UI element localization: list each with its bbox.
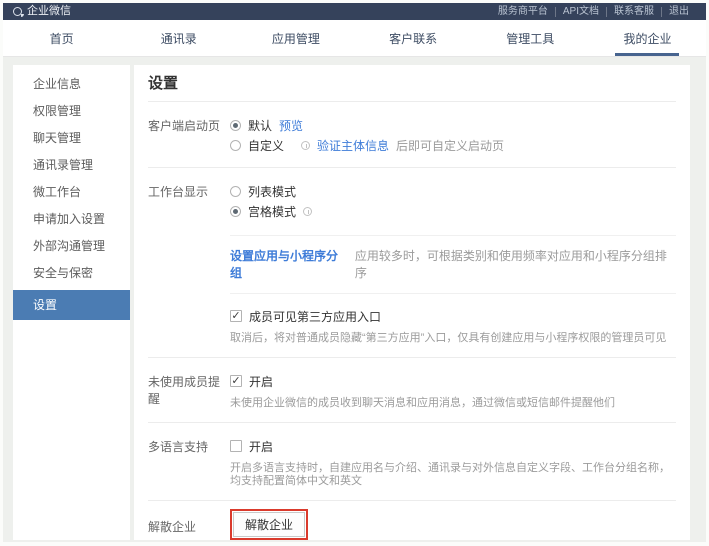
list-mode-label: 列表模式	[248, 183, 296, 200]
verify-identity-link[interactable]: 验证主体信息	[317, 137, 389, 154]
list-mode-radio[interactable]	[230, 186, 241, 197]
custom-radio[interactable]	[230, 140, 241, 151]
row-multilang-support: 多语言支持 开启 开启多语言支持时，自建应用名与介绍、通讯录与对外信息自定义字段…	[148, 423, 676, 501]
grid-mode-label: 宫格模式	[248, 203, 296, 220]
tab-contacts[interactable]: 通讯录	[120, 20, 237, 56]
app-logo-text: 企业微信	[27, 6, 71, 17]
multilang-checkbox[interactable]	[230, 440, 242, 452]
topbar-links: 服务商平台 API文档 联系客服 退出	[491, 7, 696, 17]
dissolve-button-highlight: 解散企业	[230, 509, 308, 540]
sidebar-item-settings[interactable]: 设置	[13, 290, 130, 320]
unused-reminder-checkbox[interactable]: ✓	[230, 375, 242, 387]
row-unused-member-reminder: 未使用成员提醒 ✓ 开启 未使用企业微信的成员收到聊天消息和应用消息，通过微信或…	[148, 358, 676, 423]
sidebar-item-company-info[interactable]: 企业信息	[13, 71, 130, 98]
tab-my-company[interactable]: 我的企业	[589, 20, 706, 56]
sidebar-item-contacts-management[interactable]: 通讯录管理	[13, 152, 130, 179]
main-nav: 首页 通讯录 应用管理 客户联系 管理工具 我的企业	[3, 20, 706, 57]
row-label: 工作台显示	[148, 181, 230, 345]
sidebar: 企业信息 权限管理 聊天管理 通讯录管理 微工作台 申请加入设置 外部沟通管理 …	[13, 65, 130, 540]
default-radio-label: 默认	[248, 117, 272, 134]
tab-admin-tools[interactable]: 管理工具	[472, 20, 589, 56]
unused-reminder-toggle-label: 开启	[249, 373, 273, 390]
sidebar-item-micro-workbench[interactable]: 微工作台	[13, 179, 130, 206]
tab-home[interactable]: 首页	[3, 20, 120, 56]
topbar-link-logout[interactable]: 退出	[661, 7, 696, 17]
third-party-visible-desc: 取消后，将对普通成员隐藏“第三方应用”入口，仅具有创建应用与小程序权限的管理员可…	[230, 332, 676, 345]
multilang-toggle-label: 开启	[249, 438, 273, 455]
tab-customer-contact[interactable]: 客户联系	[355, 20, 472, 56]
sidebar-item-external-communication[interactable]: 外部沟通管理	[13, 233, 130, 260]
app-grouping-link[interactable]: 设置应用与小程序分组	[230, 247, 349, 281]
custom-radio-label: 自定义	[248, 137, 284, 154]
preview-link[interactable]: 预览	[279, 117, 303, 134]
sidebar-item-chat-management[interactable]: 聊天管理	[13, 125, 130, 152]
wechat-work-logo-icon	[13, 7, 22, 16]
row-label: 多语言支持	[148, 436, 230, 488]
default-radio[interactable]	[230, 120, 241, 131]
row-client-launch-page: 客户端启动页 默认 预览 自定义 验证主体信息 后即可自定义启动页	[148, 102, 676, 168]
app-grouping-desc: 应用较多时，可根据类别和使用频率对应用和小程序分组排序	[355, 247, 676, 281]
grid-mode-radio[interactable]	[230, 206, 241, 217]
third-party-visible-checkbox[interactable]: ✓	[230, 310, 242, 322]
topbar-link-service-provider[interactable]: 服务商平台	[491, 7, 555, 17]
settings-panel: 设置 客户端启动页 默认 预览 自定义 验证主体信息 后即可自定义启动页	[134, 65, 690, 540]
sidebar-item-permissions[interactable]: 权限管理	[13, 98, 130, 125]
screen: 企业微信 服务商平台 API文档 联系客服 退出 首页 通讯录 应用管理 客户联…	[0, 0, 709, 546]
multilang-desc: 开启多语言支持时，自建应用名与介绍、通讯录与对外信息自定义字段、工作台分组名称，…	[230, 462, 676, 488]
sidebar-item-join-settings[interactable]: 申请加入设置	[13, 206, 130, 233]
row-label: 客户端启动页	[148, 115, 230, 155]
row-dissolve-company: 解散企业 解散企业 解散后，企业内的所有消息记录和企业通讯录都会删除，成员将无法…	[148, 501, 676, 540]
topbar-link-api-docs[interactable]: API文档	[555, 7, 606, 17]
topbar: 企业微信 服务商平台 API文档 联系客服 退出	[3, 3, 706, 20]
unused-reminder-desc: 未使用企业微信的成员收到聊天消息和应用消息，通过微信或短信邮件提醒他们	[230, 397, 676, 410]
verify-suffix-text: 后即可自定义启动页	[396, 137, 504, 154]
info-icon	[303, 207, 312, 216]
info-icon	[301, 141, 310, 150]
topbar-link-contact-support[interactable]: 联系客服	[606, 7, 661, 17]
sidebar-item-security[interactable]: 安全与保密	[13, 260, 130, 287]
row-label: 解散企业	[148, 509, 230, 540]
tab-app-management[interactable]: 应用管理	[237, 20, 354, 56]
row-label: 未使用成员提醒	[148, 371, 230, 410]
page-title: 设置	[148, 72, 676, 102]
dissolve-company-button[interactable]: 解散企业	[233, 512, 305, 537]
third-party-visible-label: 成员可见第三方应用入口	[249, 308, 381, 325]
app-logo: 企业微信	[13, 6, 71, 17]
row-workbench-display: 工作台显示 列表模式 宫格模式 设置应用与小程序分组 应用较多时，可根据类别和	[148, 168, 676, 358]
